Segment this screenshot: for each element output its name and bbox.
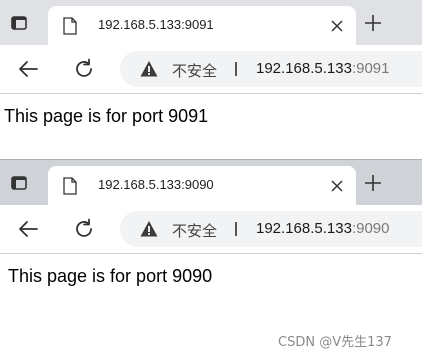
- url-host: 192.168.5.133: [256, 60, 352, 77]
- page-body-text: This page is for port 9091: [4, 106, 209, 126]
- page-body-text: This page is for port 9090: [8, 266, 213, 286]
- url-text[interactable]: 192.168.5.133:9091: [256, 60, 389, 77]
- browser-window-9090: 192.168.5.133:9090 不安全 192.168.5.133:909…: [0, 160, 422, 315]
- tab-actions-button[interactable]: [8, 12, 30, 34]
- url-port: :9091: [351, 60, 390, 77]
- back-button[interactable]: [16, 217, 40, 241]
- reload-button[interactable]: [72, 57, 96, 81]
- security-status-label[interactable]: 不安全: [172, 220, 217, 241]
- url-text[interactable]: 192.168.5.133:9090: [256, 220, 389, 237]
- close-tab-button[interactable]: [328, 177, 346, 195]
- active-tab[interactable]: 192.168.5.133:9091: [48, 6, 356, 45]
- address-divider: [235, 220, 237, 238]
- tab-title: 192.168.5.133:9090: [98, 177, 214, 192]
- reload-button[interactable]: [72, 217, 96, 241]
- back-arrow-icon: [19, 221, 38, 237]
- address-bar[interactable]: 不安全 192.168.5.133:9091: [120, 51, 422, 87]
- active-tab[interactable]: 192.168.5.133:9090: [48, 166, 356, 205]
- tab-actions-button[interactable]: [8, 172, 30, 194]
- address-bar[interactable]: 不安全 192.168.5.133:9090: [120, 211, 422, 247]
- tab-actions-icon: [11, 176, 27, 190]
- reload-icon: [76, 58, 92, 77]
- tab-bar: 192.168.5.133:9091: [0, 0, 422, 45]
- warning-icon[interactable]: [140, 60, 158, 78]
- address-divider: [235, 60, 237, 78]
- back-arrow-icon: [19, 61, 38, 77]
- tab-title: 192.168.5.133:9091: [98, 17, 214, 32]
- toolbar: 不安全 192.168.5.133:9091: [0, 45, 422, 94]
- close-icon: [331, 20, 343, 32]
- watermark: CSDN @V先生137: [278, 335, 392, 350]
- tab-actions-icon: [11, 16, 27, 30]
- url-host: 192.168.5.133: [256, 220, 352, 237]
- close-icon: [331, 180, 343, 192]
- plus-icon: [365, 175, 381, 191]
- window-separator: [0, 150, 422, 160]
- toolbar: 不安全 192.168.5.133:9090: [0, 205, 422, 254]
- new-tab-button[interactable]: [362, 12, 384, 34]
- tab-bar: 192.168.5.133:9090: [0, 160, 422, 205]
- back-button[interactable]: [16, 57, 40, 81]
- new-tab-button[interactable]: [362, 172, 384, 194]
- page-icon: [63, 177, 77, 195]
- close-tab-button[interactable]: [328, 17, 346, 35]
- warning-icon[interactable]: [140, 220, 158, 238]
- url-port: :9090: [351, 220, 390, 237]
- page-icon: [63, 17, 77, 35]
- security-status-label[interactable]: 不安全: [172, 60, 217, 81]
- reload-icon: [76, 218, 92, 237]
- plus-icon: [365, 15, 381, 31]
- browser-window-9091: 192.168.5.133:9091 不安全 192.168.5.133:909…: [0, 0, 422, 150]
